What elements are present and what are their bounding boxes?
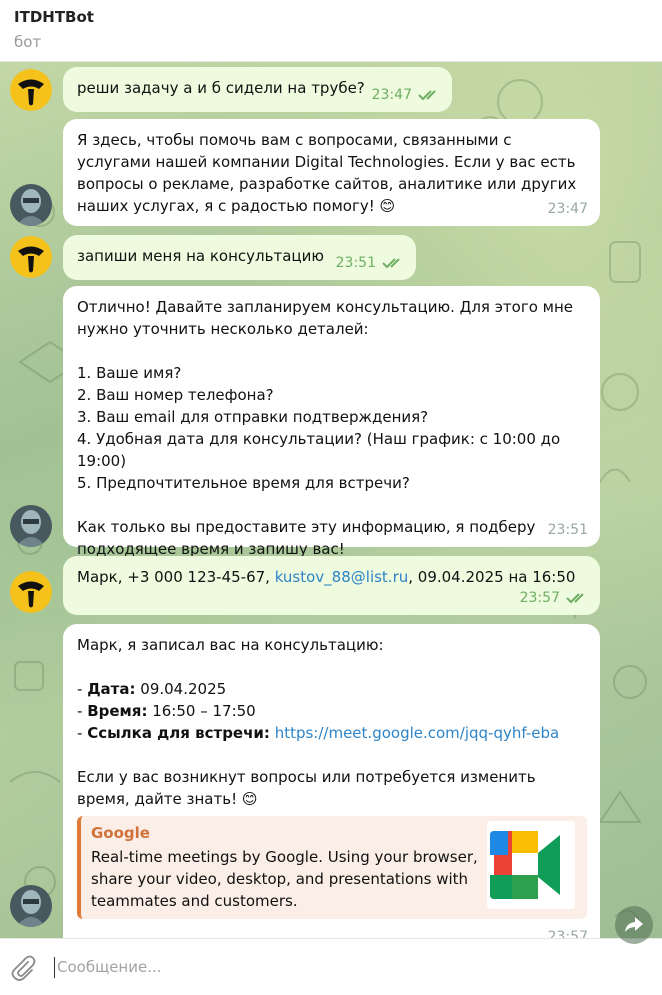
detail-item-date: - Дата: 09.04.2025	[77, 680, 227, 698]
message-outro-text: Если у вас возникнут вопросы или потребу…	[77, 768, 536, 808]
preview-thumbnail[interactable]	[487, 821, 575, 909]
forward-button[interactable]	[615, 906, 653, 944]
bot-avatar[interactable]	[10, 505, 52, 547]
paperclip-icon[interactable]	[10, 955, 36, 981]
meeting-link[interactable]: https://meet.google.com/jqq-qyhf-eba	[275, 724, 559, 742]
double-check-icon	[566, 592, 588, 604]
message-meta: 23:57	[548, 926, 588, 938]
detail-value: 09.04.2025	[140, 680, 227, 698]
message-text: Я здесь, чтобы помочь вам с вопросами, с…	[63, 119, 600, 225]
smile-emoji-icon: 😊	[379, 197, 396, 215]
message-meta: 23:47	[548, 198, 588, 220]
message-meta: 23:51	[336, 252, 404, 274]
smile-emoji-icon: 😊	[241, 790, 258, 808]
message-text: Отлично! Давайте запланируем консультаци…	[77, 298, 574, 558]
message-intro: Марк, я записал вас на консультацию:	[77, 636, 384, 654]
wu-tang-logo-icon	[10, 236, 52, 278]
incoming-message[interactable]: Отлично! Давайте запланируем консультаци…	[63, 286, 600, 558]
message-input[interactable]	[57, 953, 637, 981]
detail-value: 16:50 – 17:50	[152, 702, 256, 720]
message-text-content: Я здесь, чтобы помочь вам с вопросами, с…	[77, 131, 577, 215]
wu-tang-logo-icon	[10, 571, 52, 613]
message-time: 23:47	[371, 87, 412, 103]
detail-label: Дата	[87, 680, 130, 698]
message-outro: Если у вас возникнут вопросы или потребу…	[77, 766, 586, 810]
detail-item-time: - Время: 16:50 – 17:50	[77, 702, 256, 720]
message-text-after: , 09.04.2025 на 16:50	[408, 568, 576, 586]
detail-item-link: - Ссылка для встречи: https://meet.googl…	[77, 724, 560, 742]
message-list[interactable]: реши задачу а и б сидели на трубе? 23:47…	[0, 62, 662, 938]
link-preview[interactable]: Google Real-time meetings by Google. Usi…	[77, 816, 587, 919]
message-meta: 23:57	[520, 587, 588, 609]
message-time: 23:51	[547, 522, 588, 538]
text-caret	[54, 957, 55, 978]
wu-tang-logo-icon	[10, 69, 52, 111]
incoming-message[interactable]: Марк, я записал вас на консультацию: - Д…	[63, 624, 600, 938]
outgoing-message[interactable]: запиши меня на консультацию 23:51	[63, 235, 416, 280]
outgoing-message[interactable]: Марк, +3 000 123-45-67, kustov_88@list.r…	[63, 556, 600, 615]
email-link[interactable]: kustov_88@list.ru	[275, 568, 409, 586]
incoming-message[interactable]: Я здесь, чтобы помочь вам с вопросами, с…	[63, 119, 600, 226]
detail-label: Время	[87, 702, 142, 720]
message-time: 23:51	[335, 255, 376, 271]
message-text: Марк, я записал вас на консультацию: - Д…	[63, 624, 600, 818]
share-arrow-icon	[625, 917, 643, 932]
user-avatar[interactable]	[10, 69, 52, 111]
message-meta: 23:47	[372, 84, 440, 106]
robot-avatar-icon	[10, 505, 52, 547]
chat-subtitle: бот	[14, 33, 42, 51]
google-meet-icon	[490, 831, 560, 899]
user-avatar[interactable]	[10, 236, 52, 278]
message-composer[interactable]	[0, 938, 662, 995]
preview-description: Real-time meetings by Google. Using your…	[91, 848, 478, 910]
chat-title[interactable]: ITDHTBot	[14, 8, 94, 26]
chat-header[interactable]: ITDHTBot бот	[0, 0, 662, 62]
double-check-icon	[382, 257, 404, 269]
bot-avatar[interactable]	[10, 885, 52, 927]
message-meta: 23:51	[548, 519, 588, 541]
message-time: 23:57	[547, 929, 588, 938]
message-text-before: Марк, +3 000 123-45-67,	[77, 568, 275, 586]
message-time: 23:47	[547, 201, 588, 217]
double-check-icon	[418, 89, 440, 101]
preview-site-name: Google	[91, 824, 150, 842]
detail-label: Ссылка для встречи	[87, 724, 264, 742]
outgoing-message[interactable]: реши задачу а и б сидели на трубе? 23:47	[63, 67, 452, 112]
user-avatar[interactable]	[10, 571, 52, 613]
bot-avatar[interactable]	[10, 184, 52, 226]
robot-avatar-icon	[10, 885, 52, 927]
message-time: 23:57	[519, 590, 560, 606]
robot-avatar-icon	[10, 184, 52, 226]
